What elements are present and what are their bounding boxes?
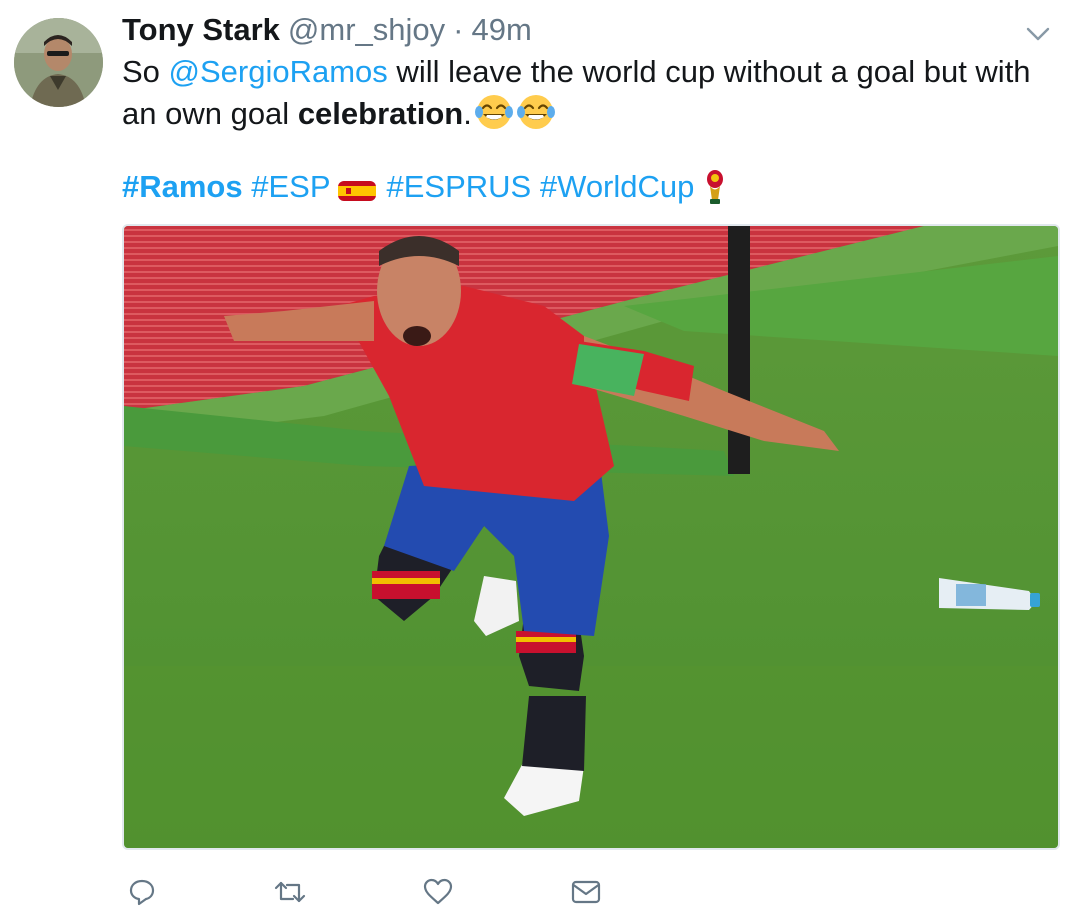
tweet-actions: [122, 872, 622, 912]
hashtag-row: #Ramos #ESP #ESPRUS #WorldCup: [122, 167, 726, 207]
laughing-emoji-icon: [516, 95, 555, 129]
photo-image: [124, 226, 1058, 848]
like-button[interactable]: [418, 872, 458, 912]
hashtag-esprus[interactable]: #ESPRUS: [387, 169, 532, 204]
author-name[interactable]: Tony Stark: [122, 12, 280, 48]
avatar-image: [14, 18, 103, 107]
chevron-down-icon[interactable]: [1024, 22, 1052, 46]
timestamp[interactable]: 49m: [471, 12, 531, 48]
reply-icon: [129, 879, 155, 906]
reply-button[interactable]: [122, 872, 162, 912]
hashtag-esp[interactable]: #ESP: [251, 169, 330, 204]
hashtag-worldcup[interactable]: #WorldCup: [540, 169, 695, 204]
tweet-header: Tony Stark @mr_shjoy · 49m: [122, 12, 532, 52]
separator: ·: [453, 12, 464, 47]
author-handle[interactable]: @mr_shjoy: [288, 12, 445, 48]
mention-link[interactable]: @SergioRamos: [169, 54, 388, 89]
avatar[interactable]: [14, 18, 103, 107]
envelope-icon: [571, 880, 601, 904]
tweet-media-photo[interactable]: [122, 224, 1060, 850]
laughing-emoji-icon: [474, 95, 513, 129]
tweet-text: So @SergioRamos will leave the world cup…: [122, 52, 1052, 134]
tweet-text-suffix: .: [463, 96, 472, 131]
tweet-text-prefix: So: [122, 54, 169, 89]
heart-icon: [423, 878, 453, 905]
direct-message-button[interactable]: [566, 872, 606, 912]
retweet-icon: [274, 881, 306, 903]
tweet-text-bold: celebration: [297, 96, 464, 131]
hashtag-ramos[interactable]: #Ramos: [122, 169, 243, 204]
world-cup-icon: [707, 170, 724, 204]
spain-flag-icon: [337, 181, 376, 201]
retweet-button[interactable]: [270, 872, 310, 912]
